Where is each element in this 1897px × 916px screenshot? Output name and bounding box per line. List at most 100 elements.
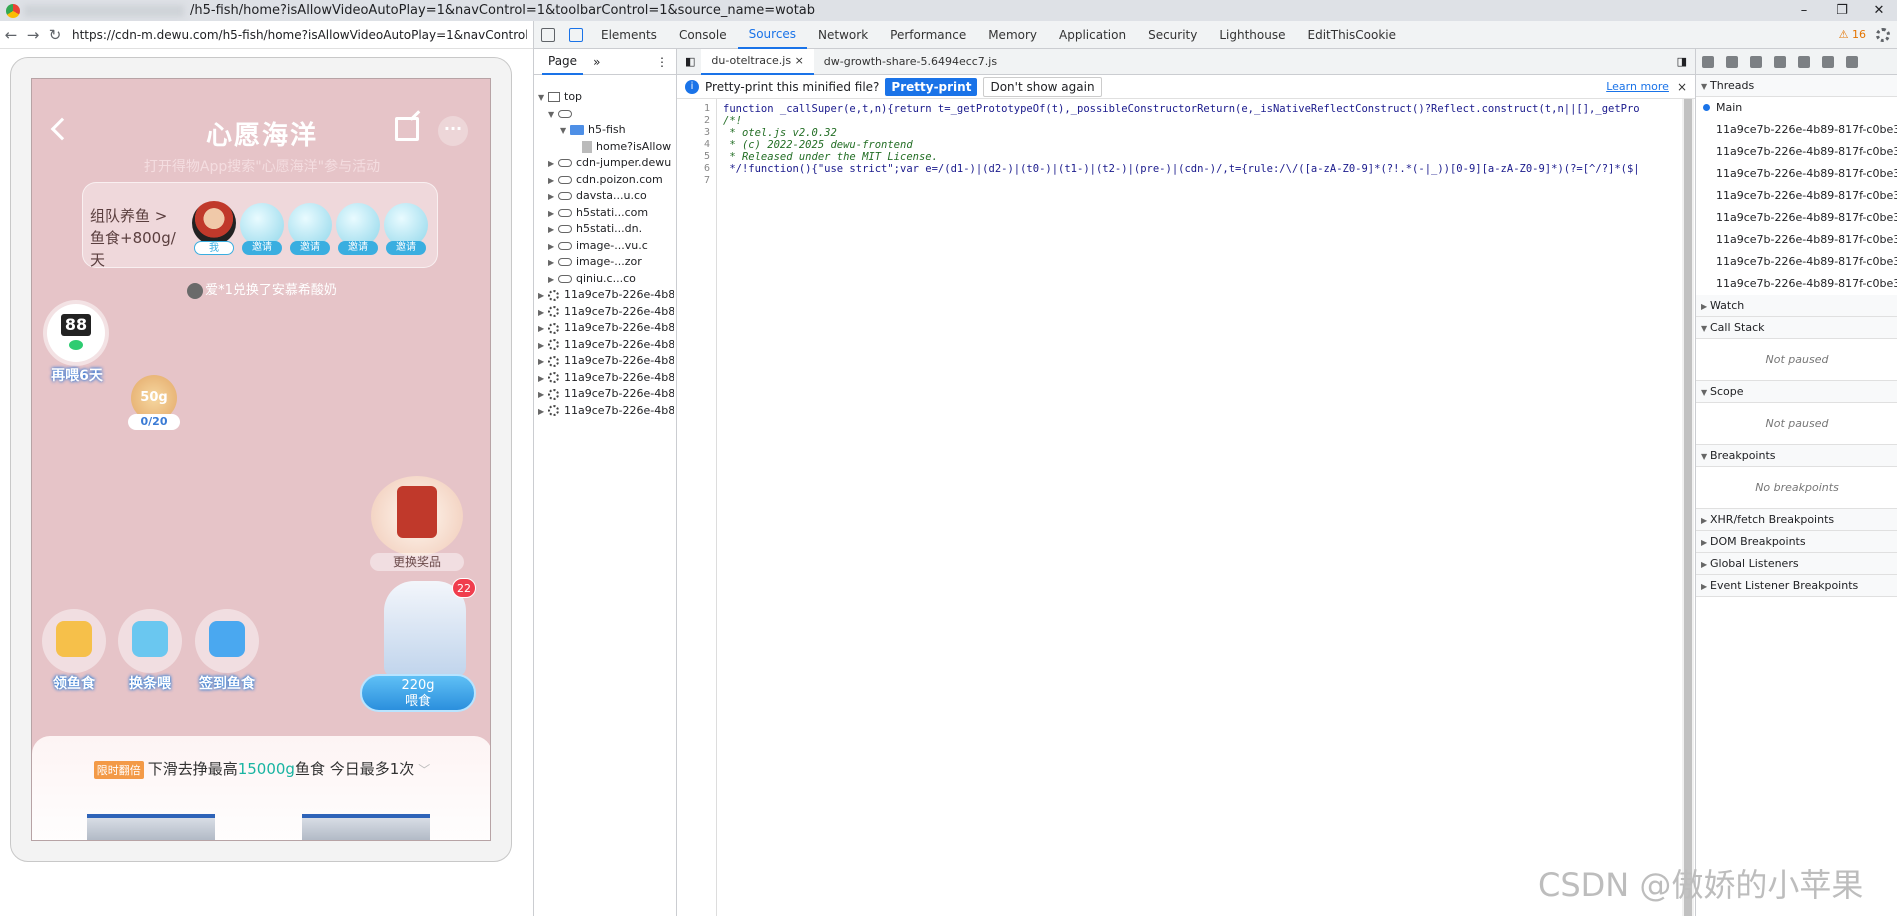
change-prize-button[interactable]: 更换奖品 (370, 553, 464, 571)
user-avatar-icon (187, 282, 204, 299)
get-food-button[interactable] (42, 609, 106, 673)
chevron-down-icon[interactable]: ﹀ (418, 763, 430, 777)
thread-main[interactable]: Main (1696, 97, 1897, 119)
switch-fish-label[interactable]: 换条喂 (110, 673, 190, 693)
step-over-icon[interactable] (1726, 55, 1738, 68)
tab-sources[interactable]: Sources (737, 21, 808, 49)
inspect-icon[interactable] (541, 27, 555, 42)
step-out-icon[interactable] (1774, 55, 1786, 68)
tab-network[interactable]: Network (807, 21, 879, 49)
close-icon[interactable]: × (1677, 80, 1687, 94)
thread-item[interactable]: 11a9ce7b-226e-4b89-817f-c0be3f (1696, 251, 1897, 273)
reload-icon[interactable]: ↻ (44, 26, 66, 44)
thread-item[interactable]: 11a9ce7b-226e-4b89-817f-c0be3f (1696, 207, 1897, 229)
line-number[interactable]: 4 (704, 139, 710, 150)
line-number[interactable]: 6 (704, 163, 710, 174)
tab-page[interactable]: Page (542, 49, 584, 75)
step-icon[interactable] (1798, 55, 1810, 68)
team-label[interactable]: 组队养鱼 > 鱼食+800g/天 (90, 205, 190, 271)
dont-show-again-button[interactable]: Don't show again (983, 76, 1102, 97)
url-input[interactable]: https://cdn-m.dewu.com/h5-fish/home?isAl… (72, 28, 527, 42)
tab-elements[interactable]: Elements (590, 21, 668, 49)
line-number[interactable]: 7 (704, 175, 710, 186)
threads-section[interactable]: ▼ Threads (1696, 75, 1897, 97)
close-tab-icon[interactable]: × (795, 54, 804, 67)
gear-icon[interactable] (1876, 27, 1890, 42)
xhr-breakpoints-section[interactable]: ▶ XHR/fetch Breakpoints (1696, 509, 1897, 531)
pause-icon[interactable] (1702, 55, 1714, 68)
line-number[interactable]: 5 (704, 151, 710, 162)
tab-performance[interactable]: Performance (879, 21, 977, 49)
chrome-favicon-icon (6, 3, 20, 18)
fish-food-bag-icon[interactable] (384, 581, 466, 677)
switch-fish-button[interactable] (118, 609, 182, 673)
more-icon[interactable]: ··· (438, 116, 468, 146)
step-into-icon[interactable] (1750, 55, 1762, 68)
call-stack-section[interactable]: ▼ Call Stack (1696, 317, 1897, 339)
thread-item[interactable]: 11a9ce7b-226e-4b89-817f-c0be3f (1696, 141, 1897, 163)
invite-label[interactable]: 邀请 (290, 241, 330, 255)
kebab-menu-icon[interactable]: ⋮ (656, 55, 668, 69)
thread-item[interactable]: 11a9ce7b-226e-4b89-817f-c0be3f (1696, 119, 1897, 141)
line-number[interactable]: 1 (704, 103, 710, 114)
share-icon[interactable] (395, 117, 419, 141)
prize-icon[interactable] (371, 476, 463, 556)
tab-editthiscookie[interactable]: EditThisCookie (1297, 21, 1408, 49)
thread-item[interactable]: 11a9ce7b-226e-4b89-817f-c0be3f (1696, 185, 1897, 207)
code-line[interactable]: */!function(){"use strict";var e=/(d1-)|… (723, 162, 1678, 176)
tree-item-worker[interactable]: ▶ 11a9ce7b-226e-4b8 (538, 401, 674, 421)
code-area[interactable]: 1234567 function _callSuper(e,t,n){retur… (677, 99, 1682, 916)
more-tabs-icon[interactable]: » (593, 55, 600, 69)
invite-label[interactable]: 邀请 (386, 241, 426, 255)
scope-section[interactable]: ▼ Scope (1696, 381, 1897, 403)
event-listener-breakpoints-section[interactable]: ▶ Event Listener Breakpoints (1696, 575, 1897, 597)
line-number[interactable]: 3 (704, 127, 710, 138)
pause-on-exceptions-icon[interactable] (1846, 55, 1858, 68)
global-listeners-section[interactable]: ▶ Global Listeners (1696, 553, 1897, 575)
invite-label[interactable]: 邀请 (338, 241, 378, 255)
checkin-button[interactable] (195, 609, 259, 673)
back-arrow-icon[interactable]: ← (0, 26, 22, 44)
vertical-scrollbar[interactable] (1682, 99, 1694, 916)
invite-label[interactable]: 邀请 (242, 241, 282, 255)
warning-count[interactable]: ⚠ 16 (1839, 28, 1866, 41)
restore-button[interactable]: ❐ (1824, 0, 1860, 21)
minimize-button[interactable]: – (1786, 0, 1822, 21)
editor-tab-oteltrace[interactable]: du-oteltrace.js × (701, 48, 814, 75)
scale-icon[interactable]: 88 (47, 304, 105, 362)
line-number[interactable]: 2 (704, 115, 710, 126)
toggle-navigator-icon[interactable]: ◧ (685, 55, 695, 68)
product-image[interactable] (302, 814, 430, 840)
feed-button[interactable]: 220g 喂食 (360, 674, 476, 712)
tree-item-label: davsta...u.co (576, 189, 647, 202)
thread-item[interactable]: 11a9ce7b-226e-4b89-817f-c0be3f (1696, 273, 1897, 295)
device-toggle-icon[interactable] (569, 27, 583, 42)
breakpoints-section[interactable]: ▼ Breakpoints (1696, 445, 1897, 467)
tree-triangle-icon[interactable]: ▼ (548, 105, 558, 124)
tab-memory[interactable]: Memory (977, 21, 1048, 49)
thread-item[interactable]: 11a9ce7b-226e-4b89-817f-c0be3f (1696, 163, 1897, 185)
watch-section[interactable]: ▶ Watch (1696, 295, 1897, 317)
tab-lighthouse[interactable]: Lighthouse (1208, 21, 1296, 49)
promo-line[interactable]: 限时翻倍 下滑去挣最高15000g鱼食 今日最多1次 ﹀ (32, 758, 490, 779)
tab-security[interactable]: Security (1137, 21, 1208, 49)
tab-application[interactable]: Application (1048, 21, 1137, 49)
tree-triangle-icon[interactable]: ▼ (538, 88, 548, 107)
tree-triangle-icon[interactable]: ▼ (560, 121, 570, 140)
thread-item[interactable]: 11a9ce7b-226e-4b89-817f-c0be3f (1696, 229, 1897, 251)
checkin-label[interactable]: 签到鱼食 (187, 673, 267, 693)
product-image[interactable] (87, 814, 215, 840)
prettyprint-button[interactable]: Pretty-print (885, 77, 978, 96)
dom-breakpoints-section[interactable]: ▶ DOM Breakpoints (1696, 531, 1897, 553)
get-food-label[interactable]: 领鱼食 (34, 673, 114, 693)
editor-tab-growth-share[interactable]: dw-growth-share-5.6494ecc7.js (814, 49, 1007, 75)
me-label: 我 (194, 241, 234, 255)
tree-triangle-icon[interactable]: ▶ (538, 402, 548, 421)
deactivate-breakpoints-icon[interactable] (1822, 55, 1834, 68)
forward-arrow-icon[interactable]: → (22, 26, 44, 44)
learn-more-link[interactable]: Learn more (1606, 80, 1669, 93)
scrollbar-thumb[interactable] (1684, 99, 1692, 916)
toggle-debugger-icon[interactable]: ◨ (1677, 55, 1687, 68)
tab-console[interactable]: Console (668, 21, 738, 49)
close-window-button[interactable]: ✕ (1861, 0, 1897, 21)
